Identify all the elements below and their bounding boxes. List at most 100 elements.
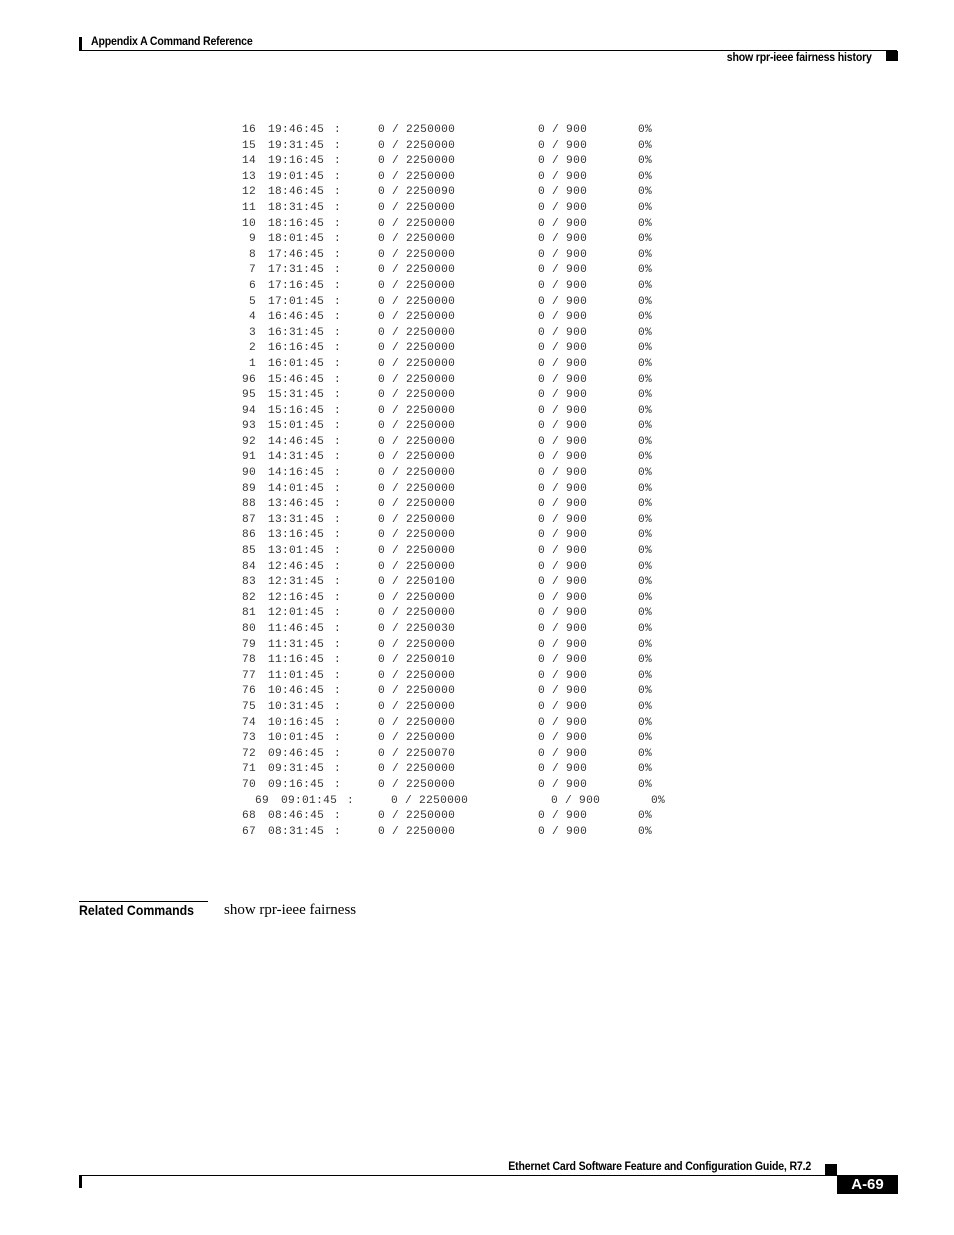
row-percent: 0%	[637, 732, 652, 745]
listing-row: 85 13:01:45: 0 / 2250000 0 / 900 0%	[238, 544, 665, 560]
row-rate-a: 0 / 2250000	[378, 295, 456, 308]
row-rate-b: 0 / 900	[538, 591, 588, 604]
row-time: 14:16:45	[268, 467, 325, 480]
row-separator: :	[334, 607, 342, 620]
row-percent: 0%	[637, 825, 652, 838]
row-separator: :	[334, 373, 342, 386]
row-separator: :	[334, 654, 342, 667]
row-index: 9	[248, 233, 256, 246]
row-percent: 0%	[637, 623, 652, 635]
row-index: 68	[241, 810, 256, 823]
row-percent: 0%	[637, 591, 652, 604]
listing-row: 80 11:46:45: 0 / 2250030 0 / 900 0%	[238, 622, 665, 638]
row-time: 10:31:45	[268, 700, 325, 713]
listing-row: 6 17:16:45: 0 / 2250000 0 / 900 0%	[238, 279, 665, 295]
row-percent: 0%	[637, 685, 652, 698]
row-time: 16:31:45	[268, 326, 325, 339]
listing-row: 11 18:31:45: 0 / 2250000 0 / 900 0%	[238, 201, 665, 217]
row-time: 17:16:45	[268, 279, 325, 292]
row-rate-a: 0 / 2250000	[378, 560, 456, 573]
listing-row: 3 16:31:45: 0 / 2250000 0 / 900 0%	[238, 326, 665, 342]
listing-row: 68 08:46:45: 0 / 2250000 0 / 900 0%	[238, 809, 665, 825]
row-rate-b: 0 / 900	[538, 654, 588, 667]
row-separator: :	[334, 498, 342, 511]
listing-row: 93 15:01:45: 0 / 2250000 0 / 900 0%	[238, 419, 665, 435]
row-separator: :	[334, 545, 342, 558]
row-time: 16:46:45	[268, 311, 325, 324]
row-separator: :	[334, 778, 342, 791]
row-rate-b: 0 / 900	[538, 763, 588, 776]
row-index: 82	[241, 591, 256, 604]
row-time: 09:01:45	[281, 794, 338, 807]
row-index: 11	[241, 201, 256, 214]
row-separator: :	[334, 747, 342, 760]
row-time: 09:46:45	[268, 747, 325, 760]
listing-row: 89 14:01:45: 0 / 2250000 0 / 900 0%	[238, 482, 665, 498]
row-rate-a: 0 / 2250000	[378, 311, 456, 324]
row-percent: 0%	[637, 435, 652, 448]
row-separator: :	[334, 186, 342, 199]
related-command-link[interactable]: show rpr-ieee fairness	[224, 902, 356, 919]
row-separator: :	[334, 623, 342, 635]
row-percent: 0%	[637, 560, 652, 573]
row-rate-b: 0 / 900	[538, 825, 588, 838]
row-separator: :	[334, 529, 342, 542]
row-separator: :	[334, 700, 342, 713]
row-rate-a: 0 / 2250000	[378, 778, 456, 791]
row-rate-b: 0 / 900	[538, 716, 588, 729]
listing-row: 4 16:46:45: 0 / 2250000 0 / 900 0%	[238, 310, 665, 326]
row-rate-b: 0 / 900	[538, 124, 588, 136]
row-time: 08:31:45	[268, 825, 325, 838]
row-percent: 0%	[637, 763, 652, 776]
row-percent: 0%	[637, 669, 652, 682]
row-rate-a: 0 / 2250030	[378, 623, 456, 635]
listing-row: 76 10:46:45: 0 / 2250000 0 / 900 0%	[238, 684, 665, 700]
row-separator: :	[334, 404, 342, 417]
footer-guide-title: Ethernet Card Software Feature and Confi…	[508, 1159, 811, 1173]
row-percent: 0%	[637, 186, 652, 199]
row-time: 15:16:45	[268, 404, 325, 417]
row-rate-a: 0 / 2250000	[378, 810, 456, 823]
row-percent: 0%	[637, 467, 652, 480]
row-rate-b: 0 / 900	[538, 186, 588, 199]
row-index: 91	[241, 451, 256, 464]
row-time: 12:01:45	[268, 607, 325, 620]
row-time: 13:01:45	[268, 545, 325, 558]
row-time: 19:01:45	[268, 170, 325, 183]
listing-row: 73 10:01:45: 0 / 2250000 0 / 900 0%	[238, 731, 665, 747]
row-rate-b: 0 / 900	[538, 545, 588, 558]
row-rate-a: 0 / 2250000	[378, 763, 456, 776]
row-rate-a: 0 / 2250000	[378, 389, 456, 402]
row-rate-a: 0 / 2250000	[378, 482, 456, 495]
row-rate-a: 0 / 2250000	[378, 373, 456, 386]
row-rate-b: 0 / 900	[538, 295, 588, 308]
row-rate-b: 0 / 900	[538, 342, 588, 355]
row-separator: :	[334, 467, 342, 480]
listing-row: 72 09:46:45: 0 / 2250070 0 / 900 0%	[238, 747, 665, 763]
row-percent: 0%	[637, 139, 652, 152]
row-index: 85	[241, 545, 256, 558]
row-separator: :	[334, 155, 342, 168]
row-separator: :	[334, 311, 342, 324]
row-time: 19:46:45	[268, 124, 325, 136]
listing-row: 14 19:16:45: 0 / 2250000 0 / 900 0%	[238, 154, 665, 170]
row-separator: :	[334, 638, 342, 651]
listing-row: 83 12:31:45: 0 / 2250100 0 / 900 0%	[238, 575, 665, 591]
row-rate-b: 0 / 900	[538, 264, 588, 277]
row-rate-b: 0 / 900	[538, 669, 588, 682]
row-index: 81	[241, 607, 256, 620]
row-rate-b: 0 / 900	[538, 326, 588, 339]
row-rate-a: 0 / 2250000	[378, 498, 456, 511]
row-rate-b: 0 / 900	[538, 373, 588, 386]
listing-row: 79 11:31:45: 0 / 2250000 0 / 900 0%	[238, 638, 665, 654]
row-percent: 0%	[637, 155, 652, 168]
listing-row: 86 13:16:45: 0 / 2250000 0 / 900 0%	[238, 528, 665, 544]
footer-marker-block	[825, 1164, 837, 1175]
row-time: 16:16:45	[268, 342, 325, 355]
row-time: 18:31:45	[268, 201, 325, 214]
row-index: 88	[241, 498, 256, 511]
row-separator: :	[334, 451, 342, 464]
row-index: 14	[241, 155, 256, 168]
row-index: 13	[241, 170, 256, 183]
listing-row: 2 16:16:45: 0 / 2250000 0 / 900 0%	[238, 341, 665, 357]
